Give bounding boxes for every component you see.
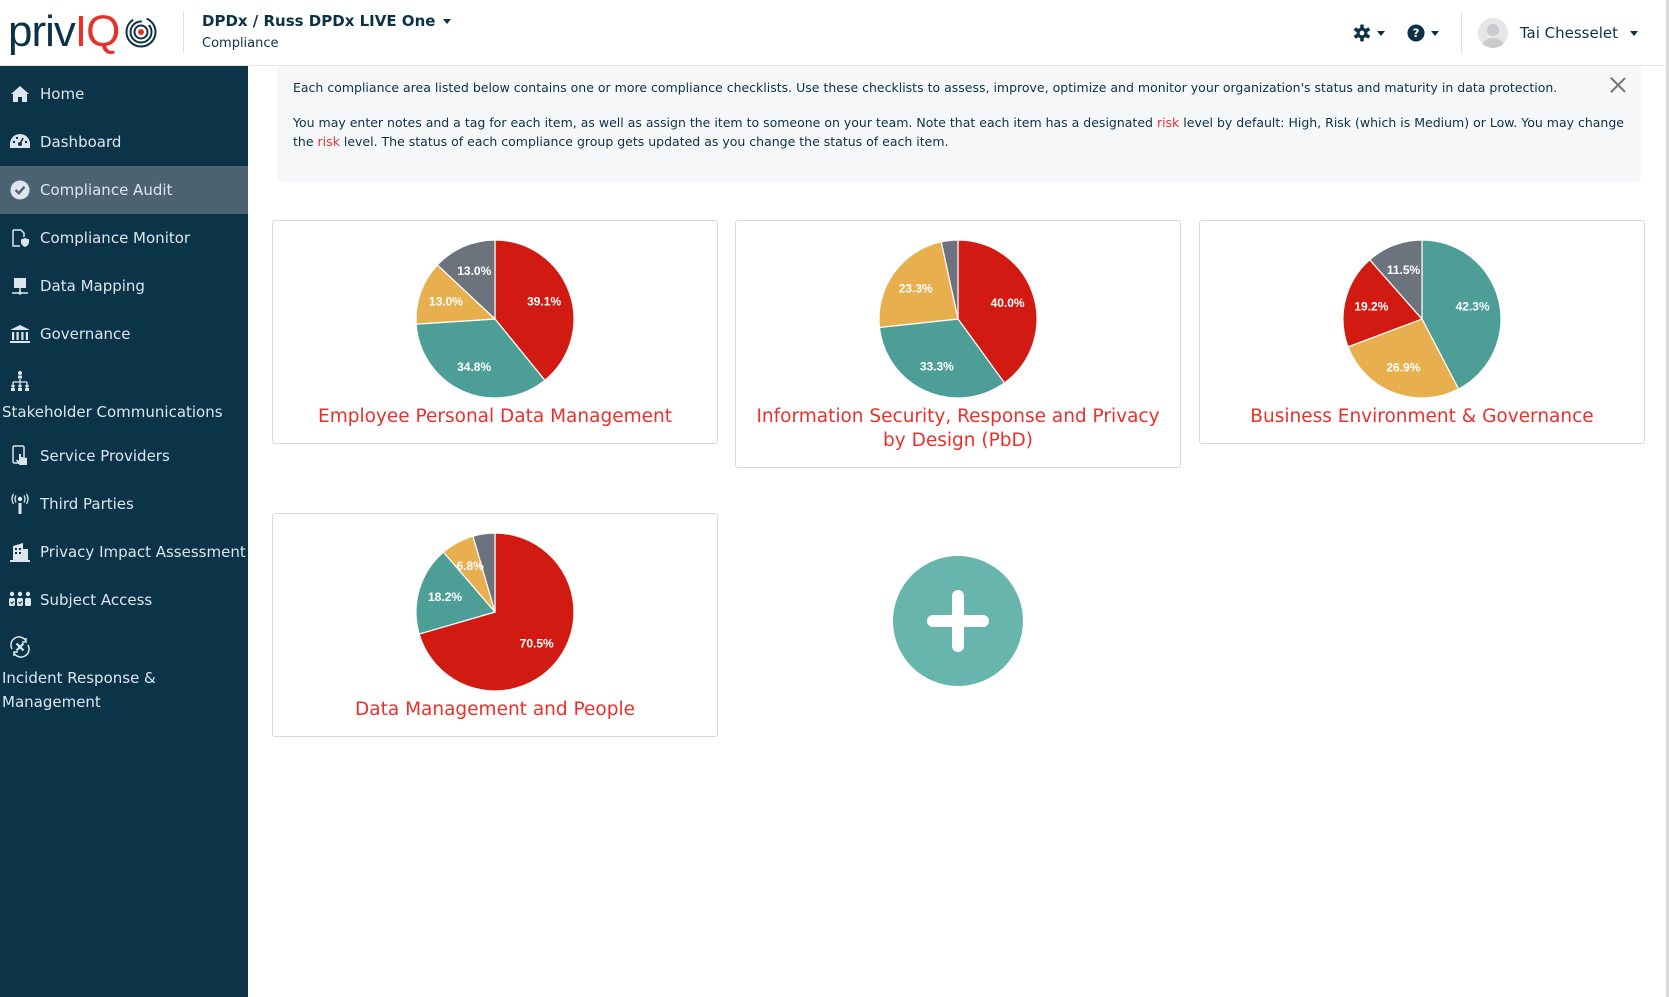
- pie-data-label: 33.3%: [920, 360, 954, 374]
- pie-data-label: 42.3%: [1456, 300, 1490, 314]
- org-selector[interactable]: DPDx / Russ DPDx LIVE One Compliance: [202, 12, 452, 51]
- tablet-hand-icon: [8, 445, 32, 467]
- sidebar-item-privacy-impact-assessment[interactable]: Privacy Impact Assessment: [0, 528, 248, 576]
- pie-data-label: 40.0%: [991, 296, 1025, 310]
- logo-text-iq: IQ: [74, 7, 120, 56]
- header-divider: [183, 12, 184, 52]
- pie-data-label: 39.1%: [527, 295, 561, 309]
- sidebar-item-compliance-monitor[interactable]: Compliance Monitor: [0, 214, 248, 262]
- gear-icon: [1353, 24, 1370, 42]
- pie-data-label: 70.5%: [520, 636, 554, 650]
- bank-icon: [8, 323, 32, 345]
- pie-data-label: 18.2%: [428, 590, 462, 604]
- pie-data-label: 26.9%: [1386, 361, 1420, 375]
- sidebar-item-dashboard[interactable]: Dashboard: [0, 118, 248, 166]
- card-title: Information Security, Response and Priva…: [756, 406, 1160, 451]
- home-icon: [8, 83, 32, 105]
- pie-chart: 40.0% 33.3% 23.3%: [878, 239, 1038, 399]
- sidebar-item-data-mapping[interactable]: Data Mapping: [0, 262, 248, 310]
- org-subtitle: Compliance: [202, 36, 279, 51]
- pie-data-label: 19.2%: [1354, 299, 1388, 313]
- user-menu[interactable]: Tai Chesselet: [1477, 18, 1638, 48]
- sidebar-item-home[interactable]: Home: [0, 70, 248, 118]
- avatar: [1477, 18, 1508, 48]
- pie-data-label: 6.8%: [456, 559, 484, 573]
- pie-chart: 42.3% 26.9% 19.2% 11.5%: [1342, 239, 1502, 399]
- people-check-icon: [8, 589, 32, 611]
- pie-data-label: 11.5%: [1387, 263, 1421, 277]
- card-title: Business Environment & Governance: [1250, 406, 1594, 427]
- sidebar-item-service-providers[interactable]: Service Providers: [0, 432, 248, 480]
- pie-data-label: 13.0%: [457, 264, 491, 278]
- priviq-logo[interactable]: privIQ: [8, 10, 159, 54]
- broadcast-tower-icon: [8, 493, 32, 515]
- document-shield-icon: [8, 227, 32, 249]
- sidebar-item-stakeholder-communications[interactable]: Stakeholder Communications: [0, 358, 248, 432]
- pie-chart: 39.1% 34.8% 13.0% 13.0%: [415, 239, 575, 399]
- help-menu-button[interactable]: ?: [1407, 24, 1439, 42]
- sidebar-item-third-parties[interactable]: Third Parties: [0, 480, 248, 528]
- question-circle-icon: ?: [1407, 24, 1425, 42]
- compliance-card-employee-personal-data[interactable]: 39.1% 34.8% 13.0% 13.0% Employee Personal D…: [272, 220, 718, 444]
- pie-data-label: 13.0%: [429, 294, 463, 308]
- chevron-down-icon: [1630, 30, 1638, 36]
- chevron-down-icon: [1376, 30, 1385, 36]
- svg-text:?: ?: [1412, 26, 1419, 40]
- pie-data-label: 23.3%: [899, 281, 933, 295]
- risk-term: risk: [1156, 115, 1180, 130]
- card-title: Data Management and People: [355, 699, 635, 720]
- card-title: Employee Personal Data Management: [318, 406, 672, 427]
- close-icon[interactable]: [1609, 76, 1627, 94]
- compliance-card-data-management-people[interactable]: 70.5% 18.2% 6.8% Data Management and Peopl…: [272, 513, 718, 737]
- check-circle-icon: [8, 179, 32, 201]
- building-icon: [8, 541, 32, 563]
- sidebar-item-incident-response[interactable]: Incident Response & Management: [0, 624, 248, 722]
- pie-chart: 70.5% 18.2% 6.8%: [415, 532, 575, 692]
- sidebar-item-subject-access[interactable]: Subject Access: [0, 576, 248, 624]
- sidebar-item-governance[interactable]: Governance: [0, 310, 248, 358]
- org-title: DPDx / Russ DPDx LIVE One: [202, 12, 436, 30]
- compliance-card-business-environment[interactable]: 42.3% 26.9% 19.2% 11.5% Business Environmen…: [1199, 220, 1645, 444]
- folder-network-icon: [8, 275, 32, 297]
- tachometer-icon: [8, 131, 32, 153]
- chevron-down-icon: [1430, 30, 1439, 36]
- compliance-card-information-security[interactable]: 40.0% 33.3% 23.3% Information Security, Re…: [735, 220, 1181, 468]
- sidebar-item-compliance-audit[interactable]: Compliance Audit: [0, 166, 248, 214]
- sidebar: Home Dashboard Compliance Audit Complian…: [0, 66, 248, 997]
- banner-line-2: You may enter notes and a tag for each i…: [293, 115, 1624, 149]
- user-name: Tai Chesselet: [1519, 24, 1618, 42]
- risk-term: risk: [317, 134, 340, 149]
- header-separator: [1460, 12, 1462, 54]
- add-compliance-area-button[interactable]: [893, 556, 1023, 686]
- cycle-x-icon: [8, 636, 32, 658]
- pie-data-label: 34.8%: [457, 360, 491, 374]
- org-chart-icon: [8, 370, 32, 392]
- banner-line-1: Each compliance area listed below contai…: [293, 80, 1558, 95]
- settings-menu-button[interactable]: [1353, 24, 1385, 42]
- top-header: privIQ DPDx / Russ DPDx LIVE One Complia…: [0, 0, 1666, 66]
- fingerprint-rings-icon: [125, 16, 157, 48]
- info-banner: Each compliance area listed below contai…: [277, 66, 1641, 183]
- chevron-down-icon: [443, 18, 452, 24]
- logo-text-priv: priv: [8, 7, 76, 56]
